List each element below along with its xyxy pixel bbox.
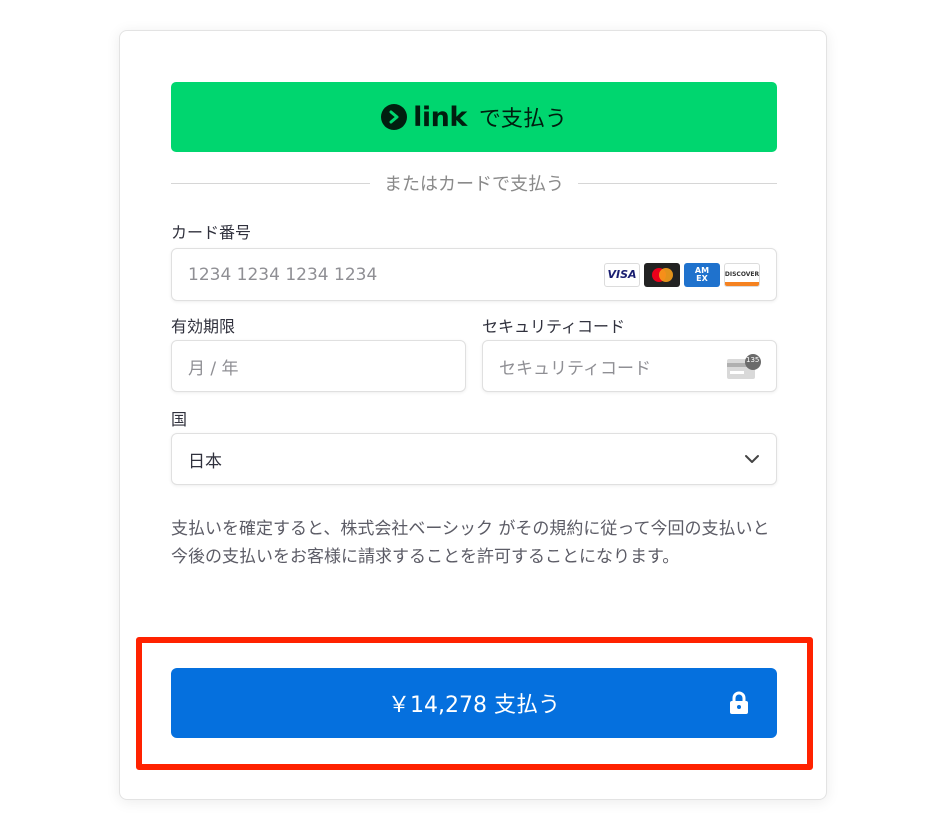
link-logo: link — [381, 102, 479, 133]
divider-text: またはカードで支払う — [384, 174, 564, 195]
chevron-down-icon — [744, 449, 760, 469]
expiry-placeholder: 月 / 年 — [188, 358, 239, 379]
discover-icon: DISCOVER — [724, 262, 760, 287]
card-number-input[interactable]: 1234 1234 1234 1234 VISA AM EX DISCOVER — [171, 248, 777, 301]
pay-with-link-button[interactable]: link で支払う — [171, 82, 777, 152]
card-brand-icons: VISA AM EX DISCOVER — [604, 262, 760, 287]
link-logo-text: link — [413, 101, 467, 133]
cvc-input[interactable]: セキュリティコード 135 — [482, 340, 777, 392]
or-pay-with-card-divider: またはカードで支払う — [171, 171, 777, 195]
link-button-label: で支払う — [478, 107, 567, 132]
country-value: 日本 — [188, 451, 222, 472]
divider-line-left — [171, 182, 370, 184]
amex-icon: AM EX — [684, 262, 720, 287]
card-number-placeholder: 1234 1234 1234 1234 — [188, 264, 378, 285]
cvc-label: セキュリティコード — [482, 317, 626, 336]
consent-text: 支払いを確定すると、株式会社ベーシック がその規約に従って今回の支払いと今後の支… — [171, 519, 770, 567]
divider-line-right — [578, 182, 777, 184]
cvc-placeholder: セキュリティコード — [499, 358, 651, 379]
visa-icon: VISA — [604, 262, 640, 287]
country-select[interactable]: 日本 — [171, 433, 777, 485]
card-number-label: カード番号 — [171, 223, 252, 242]
highlight-box — [136, 637, 813, 770]
chevron-right-icon — [381, 104, 408, 130]
cvc-card-icon: 135 — [726, 353, 761, 379]
expiry-input[interactable]: 月 / 年 — [171, 340, 466, 392]
cvc-badge-text: 135 — [746, 356, 760, 364]
country-label: 国 — [171, 410, 188, 429]
mastercard-icon — [644, 262, 680, 287]
expiry-label: 有効期限 — [171, 317, 236, 336]
